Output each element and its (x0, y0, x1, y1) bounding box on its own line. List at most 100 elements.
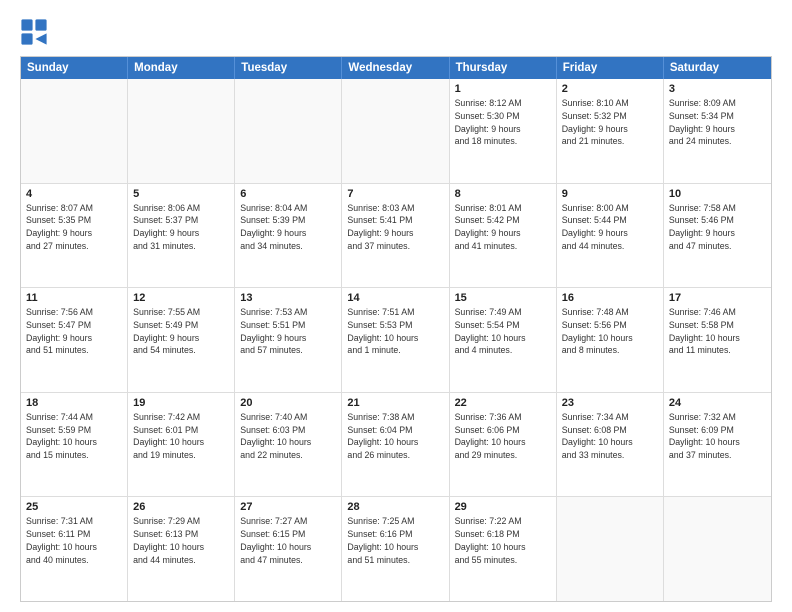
calendar: SundayMondayTuesdayWednesdayThursdayFrid… (20, 56, 772, 602)
day-info: Sunrise: 7:58 AM Sunset: 5:46 PM Dayligh… (669, 202, 766, 253)
cal-day-29: 29 Sunrise: 7:22 AM Sunset: 6:18 PM Dayli… (450, 497, 557, 601)
day-info: Sunrise: 7:55 AM Sunset: 5:49 PM Dayligh… (133, 306, 229, 357)
cal-day-20: 20 Sunrise: 7:40 AM Sunset: 6:03 PM Dayli… (235, 393, 342, 497)
header (20, 18, 772, 46)
cal-day-14: 14Sunrise: 7:51 AM Sunset: 5:53 PM Dayli… (342, 288, 449, 392)
cal-day-empty (557, 497, 664, 601)
cal-day-17: 17 Sunrise: 7:46 AM Sunset: 5:58 PM Dayli… (664, 288, 771, 392)
day-number: 9 (562, 188, 658, 200)
cal-day-empty (21, 79, 128, 183)
day-info: Sunrise: 7:22 AM Sunset: 6:18 PM Dayligh… (455, 515, 551, 566)
calendar-header-row: SundayMondayTuesdayWednesdayThursdayFrid… (21, 57, 771, 79)
day-number: 7 (347, 188, 443, 200)
day-info: Sunrise: 7:25 AM Sunset: 6:16 PM Dayligh… (347, 515, 443, 566)
cal-header-sunday: Sunday (21, 57, 128, 79)
day-number: 8 (455, 188, 551, 200)
calendar-body: 1 Sunrise: 8:12 AM Sunset: 5:30 PM Daylig… (21, 79, 771, 601)
cal-day-10: 10 Sunrise: 7:58 AM Sunset: 5:46 PM Dayli… (664, 184, 771, 288)
day-info: Sunrise: 7:38 AM Sunset: 6:04 PM Dayligh… (347, 411, 443, 462)
cal-day-19: 19 Sunrise: 7:42 AM Sunset: 6:01 PM Dayli… (128, 393, 235, 497)
cal-week-4: 18Sunrise: 7:44 AM Sunset: 5:59 PM Dayli… (21, 393, 771, 498)
cal-day-2: 2Sunrise: 8:10 AM Sunset: 5:32 PM Daylig… (557, 79, 664, 183)
cal-day-3: 3Sunrise: 8:09 AM Sunset: 5:34 PM Daylig… (664, 79, 771, 183)
day-number: 10 (669, 188, 766, 200)
cal-day-15: 15 Sunrise: 7:49 AM Sunset: 5:54 PM Dayli… (450, 288, 557, 392)
day-info: Sunrise: 7:48 AM Sunset: 5:56 PM Dayligh… (562, 306, 658, 357)
day-number: 25 (26, 501, 122, 513)
day-number: 2 (562, 83, 658, 95)
day-number: 3 (669, 83, 766, 95)
day-info: Sunrise: 8:03 AM Sunset: 5:41 PM Dayligh… (347, 202, 443, 253)
day-number: 21 (347, 397, 443, 409)
cal-day-7: 7 Sunrise: 8:03 AM Sunset: 5:41 PM Daylig… (342, 184, 449, 288)
cal-header-wednesday: Wednesday (342, 57, 449, 79)
page: SundayMondayTuesdayWednesdayThursdayFrid… (0, 0, 792, 612)
day-number: 20 (240, 397, 336, 409)
cal-day-8: 8 Sunrise: 8:01 AM Sunset: 5:42 PM Daylig… (450, 184, 557, 288)
cal-day-27: 27Sunrise: 7:27 AM Sunset: 6:15 PM Dayli… (235, 497, 342, 601)
day-number: 12 (133, 292, 229, 304)
day-number: 17 (669, 292, 766, 304)
cal-week-2: 4 Sunrise: 8:07 AM Sunset: 5:35 PM Daylig… (21, 184, 771, 289)
cal-day-18: 18Sunrise: 7:44 AM Sunset: 5:59 PM Dayli… (21, 393, 128, 497)
day-info: Sunrise: 8:04 AM Sunset: 5:39 PM Dayligh… (240, 202, 336, 253)
day-number: 28 (347, 501, 443, 513)
day-info: Sunrise: 7:36 AM Sunset: 6:06 PM Dayligh… (455, 411, 551, 462)
day-number: 13 (240, 292, 336, 304)
cal-day-28: 28 Sunrise: 7:25 AM Sunset: 6:16 PM Dayli… (342, 497, 449, 601)
day-number: 4 (26, 188, 122, 200)
cal-day-25: 25 Sunrise: 7:31 AM Sunset: 6:11 PM Dayli… (21, 497, 128, 601)
day-number: 16 (562, 292, 658, 304)
cal-day-24: 24Sunrise: 7:32 AM Sunset: 6:09 PM Dayli… (664, 393, 771, 497)
cal-week-1: 1 Sunrise: 8:12 AM Sunset: 5:30 PM Daylig… (21, 79, 771, 184)
day-number: 24 (669, 397, 766, 409)
day-info: Sunrise: 7:42 AM Sunset: 6:01 PM Dayligh… (133, 411, 229, 462)
cal-header-monday: Monday (128, 57, 235, 79)
day-info: Sunrise: 7:34 AM Sunset: 6:08 PM Dayligh… (562, 411, 658, 462)
day-info: Sunrise: 7:27 AM Sunset: 6:15 PM Dayligh… (240, 515, 336, 566)
day-info: Sunrise: 7:40 AM Sunset: 6:03 PM Dayligh… (240, 411, 336, 462)
cal-week-3: 11 Sunrise: 7:56 AM Sunset: 5:47 PM Dayli… (21, 288, 771, 393)
cal-day-23: 23Sunrise: 7:34 AM Sunset: 6:08 PM Dayli… (557, 393, 664, 497)
day-number: 29 (455, 501, 551, 513)
cal-day-6: 6 Sunrise: 8:04 AM Sunset: 5:39 PM Daylig… (235, 184, 342, 288)
cal-day-9: 9 Sunrise: 8:00 AM Sunset: 5:44 PM Daylig… (557, 184, 664, 288)
day-info: Sunrise: 7:56 AM Sunset: 5:47 PM Dayligh… (26, 306, 122, 357)
day-info: Sunrise: 8:00 AM Sunset: 5:44 PM Dayligh… (562, 202, 658, 253)
cal-day-4: 4 Sunrise: 8:07 AM Sunset: 5:35 PM Daylig… (21, 184, 128, 288)
cal-day-12: 12 Sunrise: 7:55 AM Sunset: 5:49 PM Dayli… (128, 288, 235, 392)
day-number: 26 (133, 501, 229, 513)
cal-week-5: 25 Sunrise: 7:31 AM Sunset: 6:11 PM Dayli… (21, 497, 771, 601)
cal-day-13: 13 Sunrise: 7:53 AM Sunset: 5:51 PM Dayli… (235, 288, 342, 392)
cal-day-26: 26 Sunrise: 7:29 AM Sunset: 6:13 PM Dayli… (128, 497, 235, 601)
day-number: 19 (133, 397, 229, 409)
cal-day-empty (664, 497, 771, 601)
cal-day-21: 21 Sunrise: 7:38 AM Sunset: 6:04 PM Dayli… (342, 393, 449, 497)
cal-day-empty (342, 79, 449, 183)
logo (20, 18, 52, 46)
day-info: Sunrise: 7:29 AM Sunset: 6:13 PM Dayligh… (133, 515, 229, 566)
day-info: Sunrise: 7:44 AM Sunset: 5:59 PM Dayligh… (26, 411, 122, 462)
cal-header-friday: Friday (557, 57, 664, 79)
logo-icon (20, 18, 48, 46)
day-number: 5 (133, 188, 229, 200)
cal-header-saturday: Saturday (664, 57, 771, 79)
day-number: 22 (455, 397, 551, 409)
day-number: 15 (455, 292, 551, 304)
day-info: Sunrise: 7:53 AM Sunset: 5:51 PM Dayligh… (240, 306, 336, 357)
day-info: Sunrise: 8:12 AM Sunset: 5:30 PM Dayligh… (455, 97, 551, 148)
day-number: 11 (26, 292, 122, 304)
day-info: Sunrise: 7:31 AM Sunset: 6:11 PM Dayligh… (26, 515, 122, 566)
day-info: Sunrise: 8:01 AM Sunset: 5:42 PM Dayligh… (455, 202, 551, 253)
day-info: Sunrise: 7:46 AM Sunset: 5:58 PM Dayligh… (669, 306, 766, 357)
cal-header-tuesday: Tuesday (235, 57, 342, 79)
cal-day-1: 1 Sunrise: 8:12 AM Sunset: 5:30 PM Daylig… (450, 79, 557, 183)
cal-day-16: 16 Sunrise: 7:48 AM Sunset: 5:56 PM Dayli… (557, 288, 664, 392)
cal-day-empty (235, 79, 342, 183)
day-number: 1 (455, 83, 551, 95)
day-number: 14 (347, 292, 443, 304)
cal-day-22: 22 Sunrise: 7:36 AM Sunset: 6:06 PM Dayli… (450, 393, 557, 497)
day-info: Sunrise: 8:07 AM Sunset: 5:35 PM Dayligh… (26, 202, 122, 253)
day-number: 6 (240, 188, 336, 200)
day-info: Sunrise: 7:49 AM Sunset: 5:54 PM Dayligh… (455, 306, 551, 357)
